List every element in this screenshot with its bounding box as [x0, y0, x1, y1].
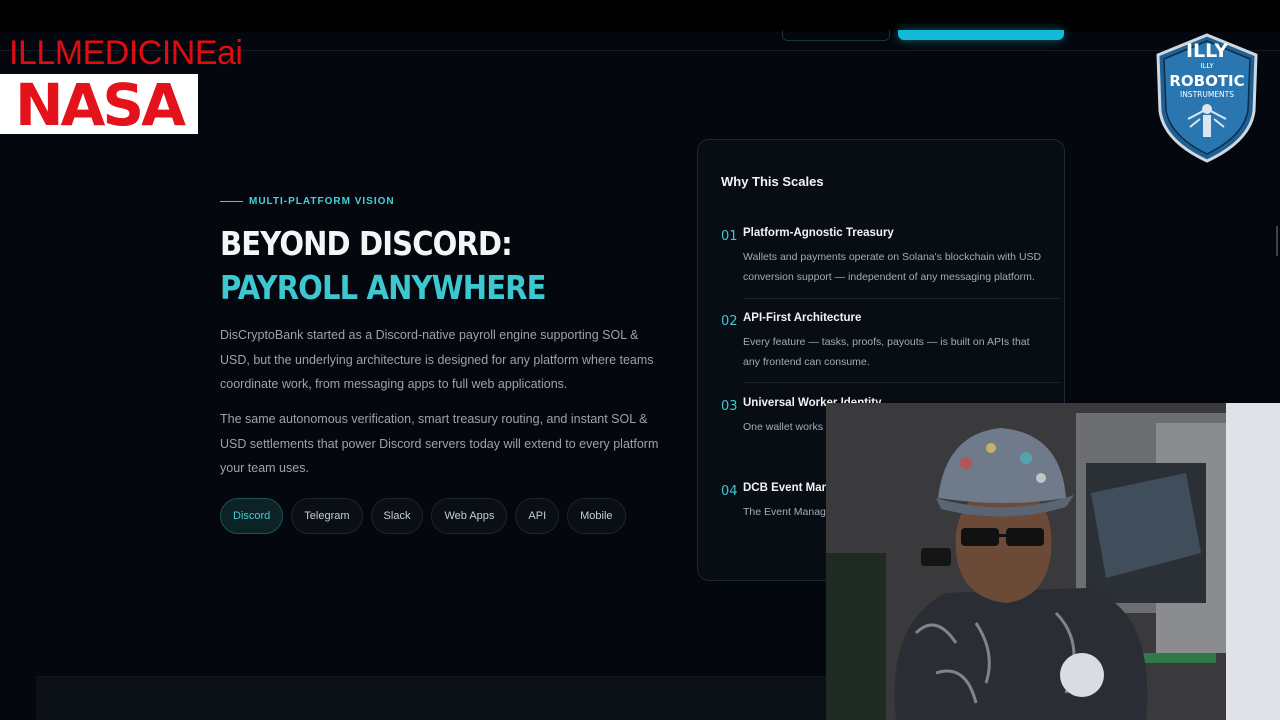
- item-description: Wallets and payments operate on Solana's…: [743, 251, 1042, 283]
- chip-telegram[interactable]: Telegram: [291, 498, 363, 534]
- eyebrow-text: MULTI-PLATFORM VISION: [249, 196, 395, 207]
- item-title: Platform-Agnostic Treasury: [743, 227, 894, 239]
- chip-slack[interactable]: Slack: [370, 498, 424, 534]
- item-divider: [743, 382, 1061, 383]
- item-title: API-First Architecture: [743, 312, 862, 324]
- item-number: 01: [721, 229, 738, 244]
- item-number: 02: [721, 314, 738, 329]
- headline-line-1: BEYOND DISCORD:: [220, 224, 513, 263]
- page-scrollbar[interactable]: [1276, 226, 1278, 256]
- nav-secondary-button[interactable]: [782, 30, 890, 41]
- item-number: 04: [721, 484, 738, 499]
- hero-headline: BEYOND DISCORD: PAYROLL ANYWHERE: [220, 222, 546, 310]
- eyebrow-line: [220, 201, 243, 202]
- webcam-overlay: [826, 403, 1280, 720]
- section-eyebrow: MULTI-PLATFORM VISION: [220, 196, 395, 207]
- chip-web-apps[interactable]: Web Apps: [431, 498, 508, 534]
- item-number: 03: [721, 399, 738, 414]
- webcam-person-icon: [826, 403, 1280, 720]
- chip-api[interactable]: API: [515, 498, 560, 534]
- badge-robotic-text: ROBOTIC: [1169, 72, 1244, 90]
- illy-robotic-badge: ILLY ILLY ROBOTIC INSTRUMENTS: [1154, 33, 1260, 163]
- nav-primary-button[interactable]: [898, 30, 1064, 40]
- card-title: Why This Scales: [721, 174, 824, 189]
- illmedicine-brand-text: ILLMEDICINEai: [9, 34, 243, 72]
- chip-discord[interactable]: Discord: [220, 498, 284, 534]
- hero-paragraph-1: DisCryptoBank started as a Discord-nativ…: [220, 328, 654, 391]
- item-title: DCB Event Mana: [743, 482, 836, 494]
- platform-chips: Discord Telegram Slack Web Apps API Mobi…: [220, 498, 626, 534]
- hero-paragraph-2: The same autonomous verification, smart …: [220, 412, 659, 475]
- badge-instruments-text: INSTRUMENTS: [1180, 90, 1234, 99]
- item-description: Every feature — tasks, proofs, payouts —…: [743, 336, 1030, 368]
- badge-illy-text: ILLY: [1186, 40, 1228, 62]
- nasa-logo-icon: NASA: [15, 77, 189, 131]
- badge-illy-small: ILLY: [1200, 62, 1214, 70]
- headline-line-2: PAYROLL ANYWHERE: [220, 268, 546, 307]
- nasa-logo: NASA: [0, 74, 198, 134]
- chip-mobile[interactable]: Mobile: [567, 498, 626, 534]
- illy-robotic-badge-icon: ILLY ILLY ROBOTIC INSTRUMENTS: [1156, 33, 1258, 163]
- top-black-bar: [0, 0, 1280, 32]
- item-divider: [743, 298, 1061, 299]
- nasa-logo-text: NASA: [15, 77, 186, 131]
